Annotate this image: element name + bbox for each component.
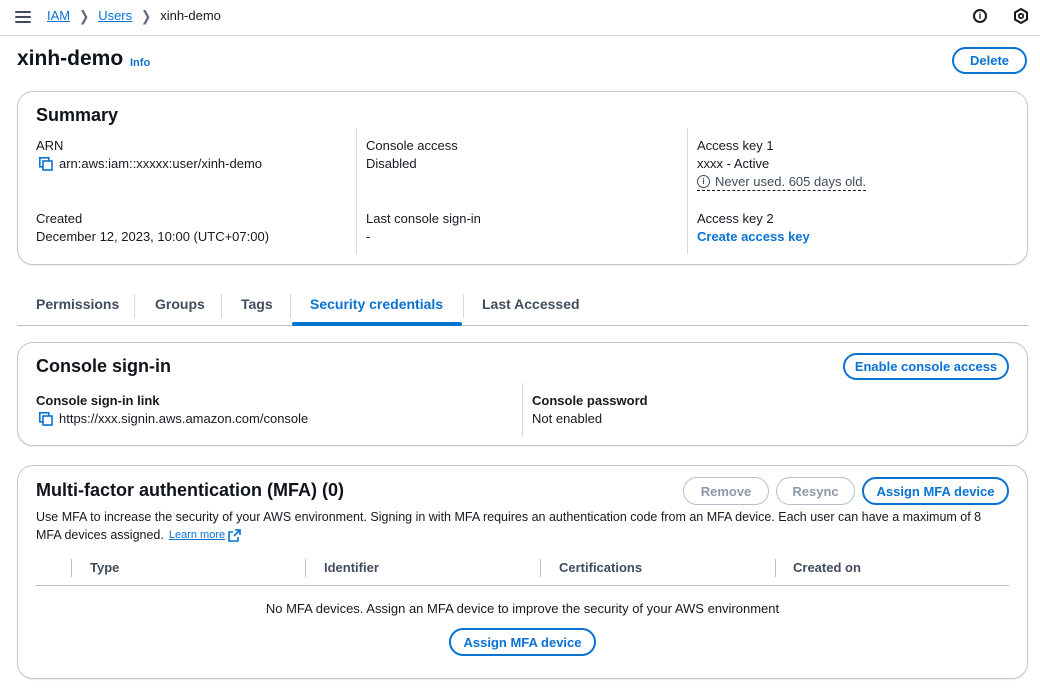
summary-title: Summary xyxy=(36,105,119,125)
copy-icon[interactable] xyxy=(39,412,53,426)
console-signin-link-value: https://xxx.signin.aws.amazon.com/consol… xyxy=(59,411,309,426)
breadcrumb-iam-link[interactable]: IAM xyxy=(47,8,70,23)
remove-button[interactable]: Remove xyxy=(683,477,769,505)
mfa-empty-message: No MFA devices. Assign an MFA device to … xyxy=(265,601,780,616)
access-key1-note[interactable]: i Never used. 605 days old. xyxy=(697,174,867,191)
column-divider xyxy=(540,559,541,577)
summary-divider xyxy=(356,128,357,254)
tab-divider xyxy=(290,294,291,318)
tab-security-credentials[interactable]: Security credentials xyxy=(310,296,443,312)
tab-last-accessed[interactable]: Last Accessed xyxy=(482,296,580,312)
created-value: December 12, 2023, 10:00 (UTC+07:00) xyxy=(36,229,270,244)
create-access-key-link[interactable]: Create access key xyxy=(697,229,810,244)
console-access-label: Console access xyxy=(366,138,458,153)
console-password-label: Console password xyxy=(532,393,648,408)
table-header-divider xyxy=(36,585,1009,586)
column-header-identifier[interactable]: Identifier xyxy=(324,560,379,575)
console-access-value: Disabled xyxy=(366,156,417,171)
mfa-description-line2: MFA devices assigned. xyxy=(36,528,164,542)
created-label: Created xyxy=(36,211,83,226)
info-icon: i xyxy=(697,175,710,188)
column-header-certifications[interactable]: Certifications xyxy=(559,560,642,575)
console-signin-link-label: Console sign-in link xyxy=(36,393,160,408)
summary-divider xyxy=(687,128,688,254)
tab-divider xyxy=(221,294,222,318)
arn-value: arn:aws:iam::xxxxx:user/xinh-demo xyxy=(59,156,263,171)
access-key1-value: xxxx - Active xyxy=(697,156,770,171)
info-link[interactable]: Info xyxy=(130,57,150,69)
access-key2-label: Access key 2 xyxy=(697,211,774,226)
console-signin-title: Console sign-in xyxy=(36,356,171,376)
delete-button[interactable]: Delete xyxy=(952,47,1027,74)
tab-permissions[interactable]: Permissions xyxy=(36,296,119,312)
column-header-created-on[interactable]: Created on xyxy=(793,560,861,575)
tab-tags[interactable]: Tags xyxy=(241,296,273,312)
settings-hex-icon[interactable] xyxy=(1013,7,1031,26)
tab-groups[interactable]: Groups xyxy=(155,296,205,312)
top-bar: IAM ❯ Users ❯ xinh-demo i xyxy=(0,0,1040,36)
resync-button[interactable]: Resync xyxy=(776,477,855,505)
assign-mfa-device-button[interactable]: Assign MFA device xyxy=(862,477,1009,505)
external-link-icon[interactable] xyxy=(228,528,241,542)
access-key1-label: Access key 1 xyxy=(697,138,774,153)
tab-bar: Permissions Groups Tags Security credent… xyxy=(17,288,1028,326)
page-title: xinh-demo xyxy=(17,47,124,70)
menu-icon[interactable] xyxy=(15,9,31,25)
tab-divider xyxy=(134,294,135,318)
chevron-right-icon: ❯ xyxy=(141,7,152,24)
last-signin-value: - xyxy=(366,229,371,244)
chevron-right-icon: ❯ xyxy=(79,7,90,24)
last-signin-label: Last console sign-in xyxy=(366,211,481,226)
breadcrumb-current: xinh-demo xyxy=(160,8,221,23)
mfa-title: Multi-factor authentication (MFA) (0) xyxy=(36,480,344,500)
column-divider xyxy=(305,559,306,577)
copy-icon[interactable] xyxy=(39,157,53,171)
mfa-description: Use MFA to increase the security of your… xyxy=(36,510,982,524)
breadcrumb-users-link[interactable]: Users xyxy=(98,8,132,23)
enable-console-access-button[interactable]: Enable console access xyxy=(843,353,1009,380)
column-divider xyxy=(775,559,776,577)
tab-divider xyxy=(463,294,464,318)
column-divider xyxy=(71,559,72,577)
active-tab-indicator xyxy=(292,322,462,326)
column-header-type[interactable]: Type xyxy=(90,560,119,575)
console-divider xyxy=(522,383,523,437)
arn-label: ARN xyxy=(36,138,64,153)
breadcrumb: IAM ❯ Users ❯ xinh-demo xyxy=(47,7,221,24)
assign-mfa-device-empty-button[interactable]: Assign MFA device xyxy=(449,628,596,656)
console-password-value: Not enabled xyxy=(532,411,603,426)
info-icon[interactable]: i xyxy=(972,8,990,26)
learn-more-link[interactable]: Learn more xyxy=(169,529,225,541)
